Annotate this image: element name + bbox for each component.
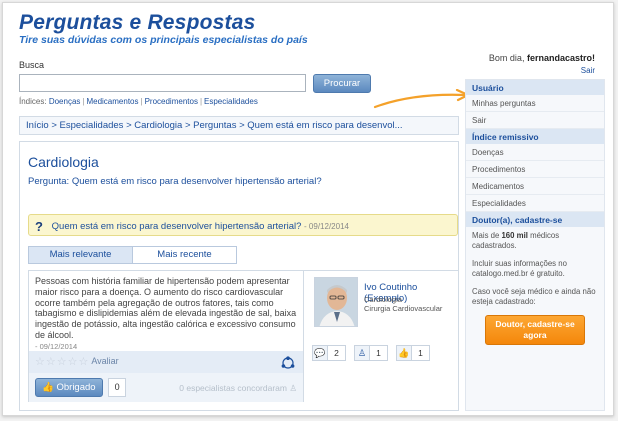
indices-label: Índices: [19,97,47,106]
doctor-count-text: Mais de 160 mil médicos cadastrados. [466,227,604,255]
sidebar-item-medicamentos[interactable]: Medicamentos [466,178,604,195]
username: fernandacastro! [526,53,595,63]
sidebar-head-indice: Índice remissivo [466,129,604,144]
sidebar-head-doutor: Doutor(a), cadastre-se [466,212,604,227]
doctor-count-bold: 160 mil [501,231,528,240]
search-button[interactable]: Procurar [313,74,371,93]
expert-avatar[interactable] [314,277,358,327]
stat-value: 1 [412,345,430,361]
stat-answers: 💬 2 [312,345,346,361]
index-link-especialidades[interactable]: Especialidades [204,97,258,106]
sidebar-head-usuario: Usuário [466,80,604,95]
stat-value: 2 [328,345,346,361]
case-text: Caso você seja médico e ainda não esteja… [472,287,596,306]
person-icon: ♙ [354,345,370,361]
question-date: - 09/12/2014 [304,222,349,231]
answer-text: Pessoas com história familiar de hiperte… [35,276,297,340]
thumbs-up-icon: 👍 [42,382,54,393]
indices-bar: Índices: Doenças | Medicamentos | Procedimen… [19,97,258,106]
question-text: Quem está em risco para desenvolver hipe… [51,221,302,232]
sidebar-item-doencas[interactable]: Doenças [466,144,604,161]
speech-bubble-icon: 💬 [312,345,328,361]
index-link-medicamentos[interactable]: Medicamentos [86,97,138,106]
site-title[interactable]: Perguntas e Respostas [19,11,255,35]
tab-mais-recente[interactable]: Mais recente [132,247,236,263]
stat-followers: ♙ 1 [354,345,388,361]
question-box: ? Quem está em risco para desenvolver hi… [28,214,458,236]
expert-specialty: Cirurgia Cardiovascular [364,303,443,313]
expert-specialties: Cardiologia Cirurgia Cardiovascular [364,295,443,313]
expert-stats: 💬 2 ♙ 1 👍 1 [312,345,454,361]
agree-text: 0 especialistas concordaram [179,383,287,393]
info-text: Incluir suas informações no catalogo.med… [472,259,567,278]
rating-stars[interactable]: ☆☆☆☆☆ [35,355,89,368]
main-panel: Cardiologia Pergunta: Quem está em risco… [19,141,459,411]
thanks-bar: 👍 Obrigado 0 0 especialistas concordaram… [29,373,303,402]
breadcrumb[interactable]: Início > Especialidades > Cardiologia > … [19,116,459,135]
stat-thanks: 👍 1 [396,345,430,361]
pointer-arrow [373,89,470,109]
answer-body: Pessoas com história familiar de hiperte… [29,271,303,351]
index-link-procedimentos[interactable]: Procedimentos [145,97,198,106]
person-icon: ♙ [289,383,297,393]
site-subtitle: Tire suas dúvidas com os principais espe… [19,34,308,46]
search-input[interactable] [19,74,306,92]
thumbs-up-icon: 👍 [396,345,412,361]
cadastre-se-button[interactable]: Doutor, cadastre-se agora [485,315,585,345]
sidebar-item-minhas-perguntas[interactable]: Minhas perguntas [466,95,604,112]
obrigado-button[interactable]: 👍 Obrigado [35,378,103,397]
tab-mais-relevante[interactable]: Mais relevante [29,247,132,263]
question-mark-icon: ? [35,219,43,234]
expert-card: Ivo Coutinho (Exemplo) Cardiologia Cirur… [303,271,458,402]
sidebar: Usuário Minhas perguntas Sair Índice rem… [465,79,605,411]
question-heading: Pergunta: Quem está em risco para desenv… [28,176,322,187]
greeting: Bom dia, fernandacastro! [489,53,595,63]
page-frame: Perguntas e Respostas Tire suas dúvidas … [2,2,614,416]
thanks-count: 0 [108,378,127,397]
greeting-prefix: Bom dia, [488,53,525,63]
share-icon[interactable] [281,356,295,370]
index-link-doencas[interactable]: Doenças [49,97,81,106]
agree-count: 0 especialistas concordaram ♙ [179,383,297,394]
sort-tabs: Mais relevante Mais recente [28,246,237,264]
sidebar-item-sair[interactable]: Sair [466,112,604,129]
answer-card: Pessoas com história familiar de hiperte… [28,270,458,402]
page-title: Cardiologia [28,154,99,170]
stat-value: 1 [370,345,388,361]
obrigado-label: Obrigado [56,382,96,393]
sidebar-item-procedimentos[interactable]: Procedimentos [466,161,604,178]
rate-label[interactable]: Avaliar [91,356,118,366]
answer-date: - 09/12/2014 [35,341,78,351]
doctor-count-pre: Mais de [472,231,502,240]
logout-link[interactable]: Sair [581,66,595,75]
rating-bar: ☆☆☆☆☆ Avaliar [29,351,303,373]
search-label: Busca [19,60,45,70]
sidebar-item-especialidades[interactable]: Especialidades [466,195,604,212]
